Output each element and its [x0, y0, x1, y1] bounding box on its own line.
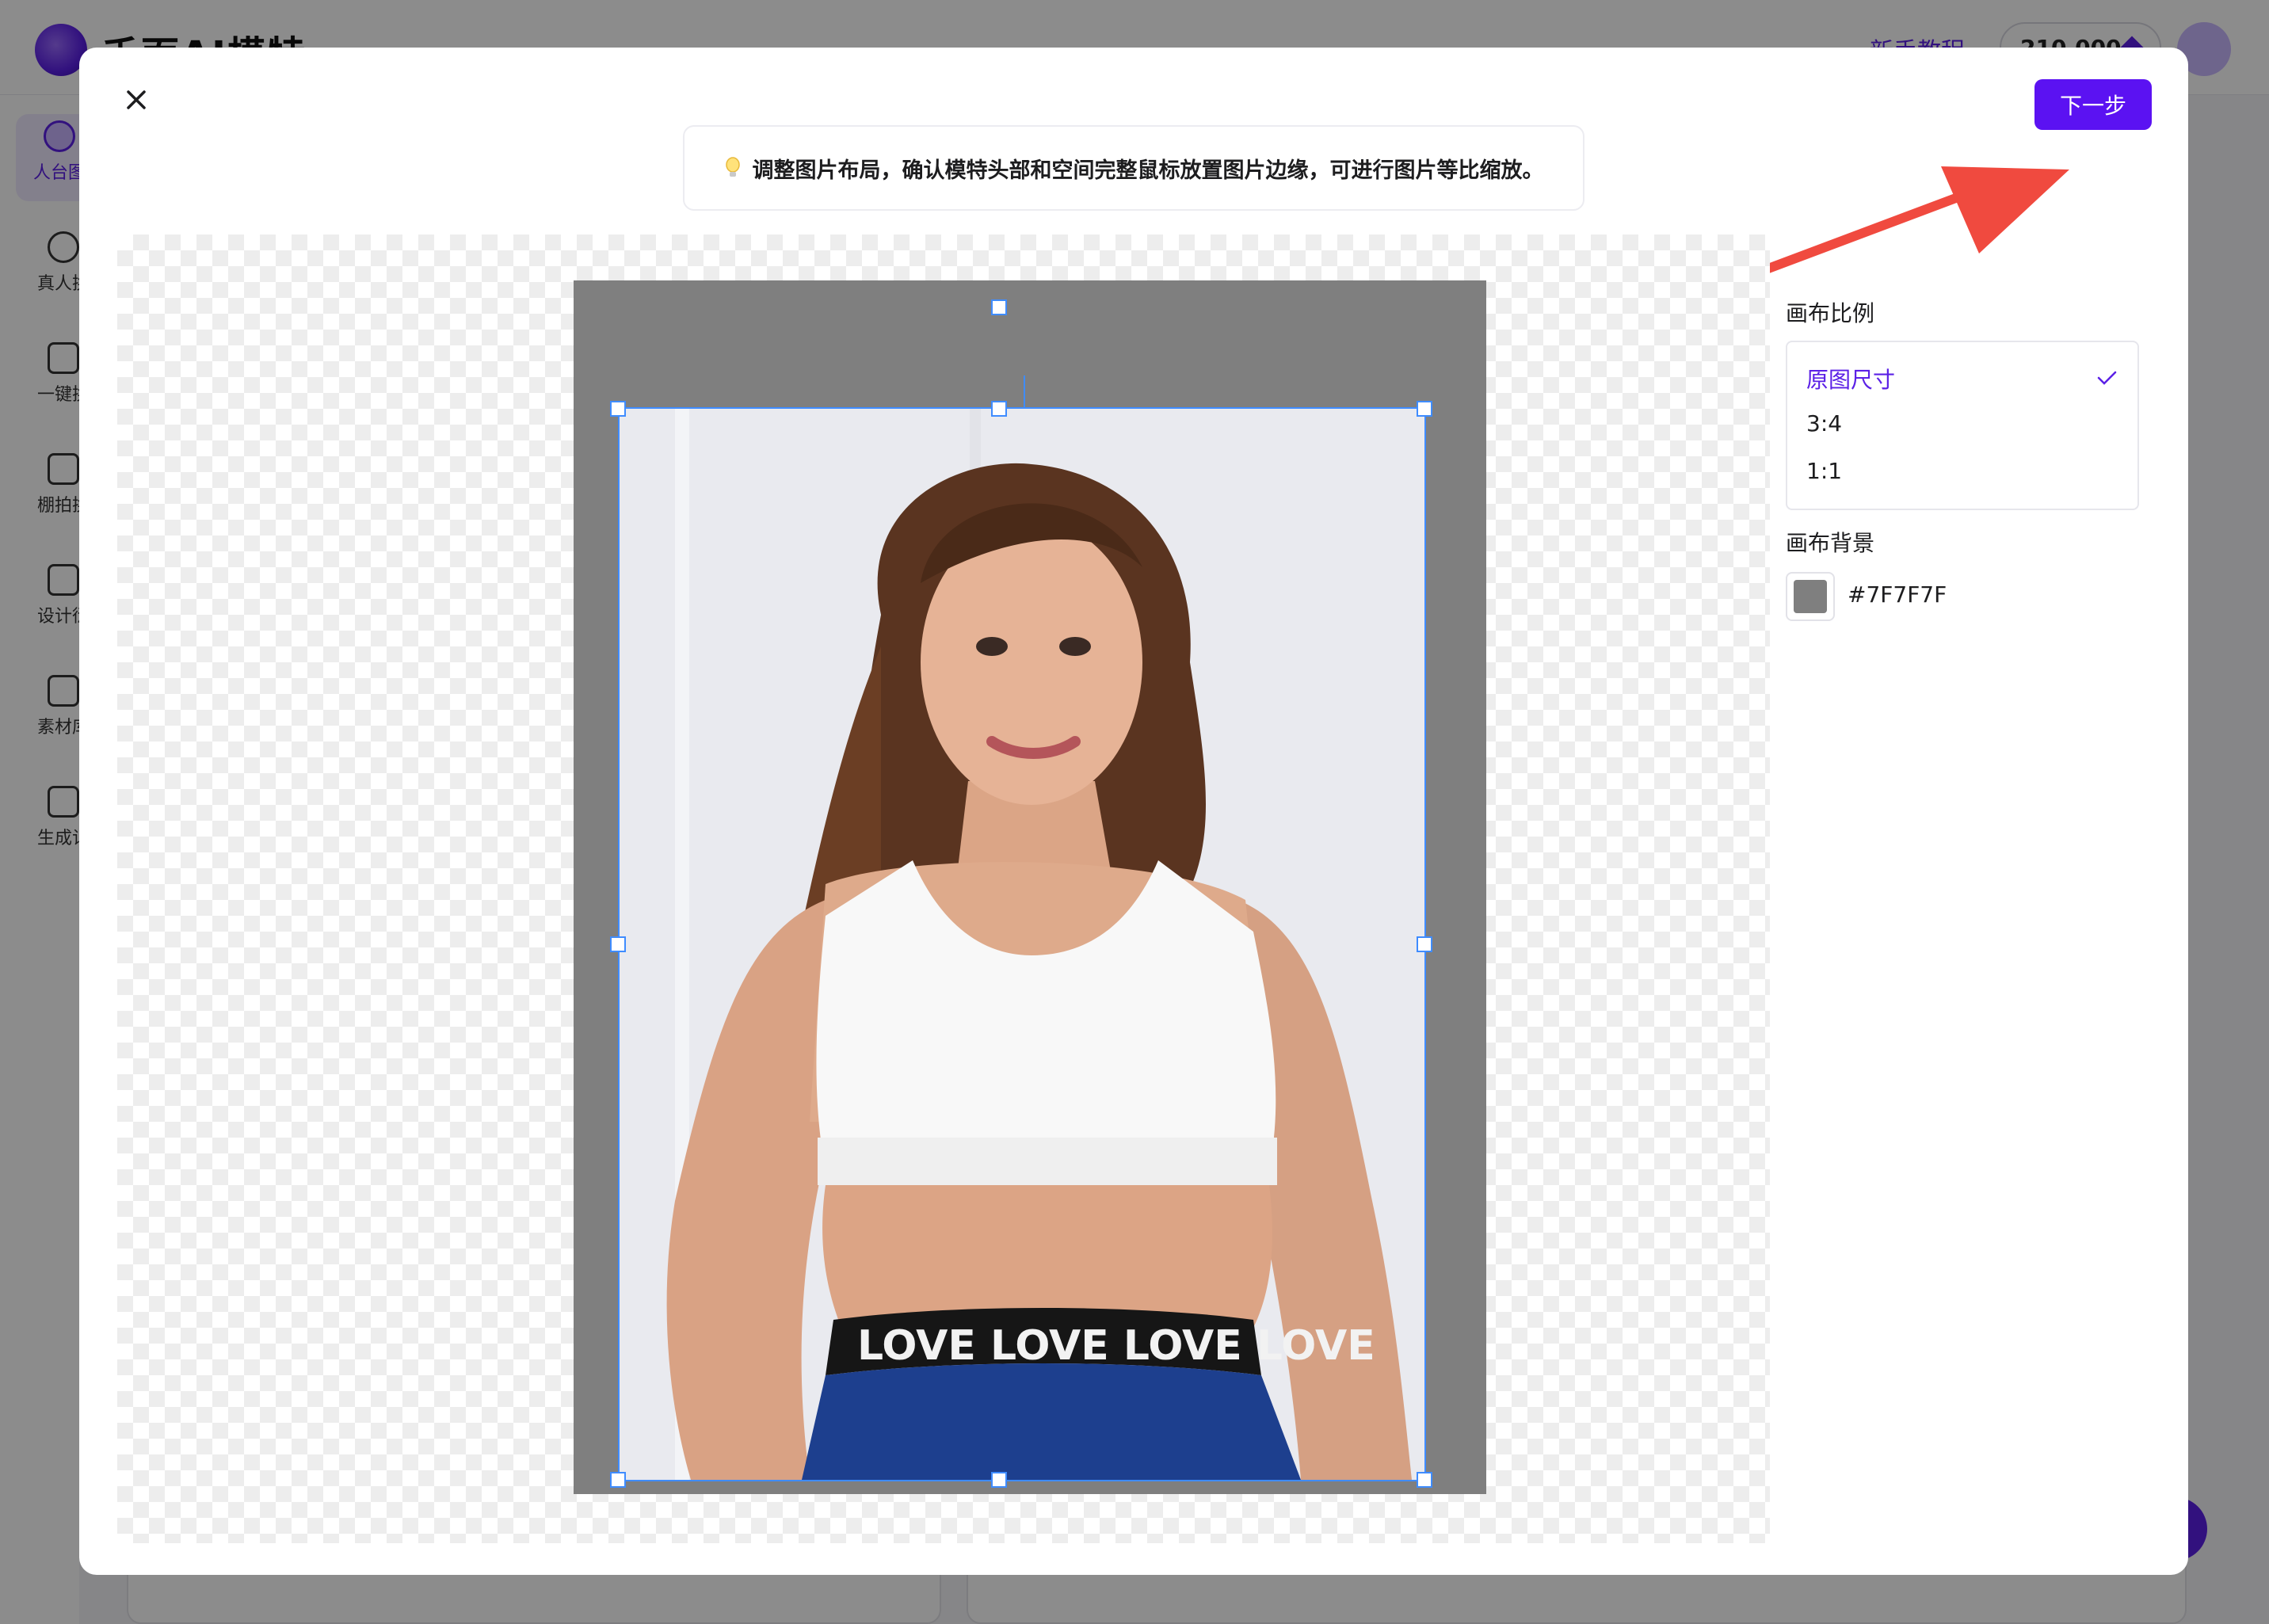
next-step-button[interactable]: 下一步 — [2034, 79, 2152, 130]
resize-handle-rotate[interactable] — [991, 299, 1007, 315]
resize-handle-bottom-left[interactable] — [610, 1472, 626, 1488]
resize-handle-top[interactable] — [991, 401, 1007, 417]
resize-handle-right[interactable] — [1417, 936, 1432, 952]
resize-handle-bottom[interactable] — [991, 1472, 1007, 1488]
ratio-option-3-4[interactable]: 3:4 — [1806, 410, 1842, 436]
check-icon — [2097, 371, 2117, 385]
canvas-editor[interactable]: LOVE LOVE LOVE LOVE — [117, 234, 1770, 1543]
canvas-background: LOVE LOVE LOVE LOVE — [574, 280, 1486, 1494]
canvas-ratio-title: 画布比例 — [1786, 300, 1875, 326]
tip-text: 调整图片布局，确认模特头部和空间完整鼠标放置图片边缘，可进行图片等比缩放。 — [752, 158, 1544, 183]
settings-panel: 画布比例 原图尺寸 3:4 1:1 画布背景 #7F7F7F — [1786, 234, 2150, 868]
svg-text:LOVE LOVE LOVE LOVE: LOVE LOVE LOVE LOVE — [857, 1322, 1375, 1370]
lightbulb-icon — [725, 157, 740, 177]
background-color-value: #7F7F7F — [1848, 581, 1947, 608]
canvas-ratio-list: 原图尺寸 3:4 1:1 — [1786, 341, 2139, 510]
crop-modal: 调整图片布局，确认模特头部和空间完整鼠标放置图片边缘，可进行图片等比缩放。 下一… — [79, 48, 2188, 1575]
ratio-option-original[interactable]: 原图尺寸 — [1806, 363, 1895, 395]
close-icon — [127, 90, 146, 109]
ratio-option-1-1[interactable]: 1:1 — [1806, 458, 1842, 484]
resize-handle-left[interactable] — [610, 936, 626, 952]
resize-handle-top-left[interactable] — [610, 401, 626, 417]
resize-handle-bottom-right[interactable] — [1417, 1472, 1432, 1488]
swatch-fill — [1794, 580, 1827, 613]
close-button[interactable] — [111, 74, 162, 125]
canvas-background-title: 画布背景 — [1786, 530, 1875, 556]
rotate-handle-line — [1024, 376, 1025, 409]
tip-bar: 调整图片布局，确认模特头部和空间完整鼠标放置图片边缘，可进行图片等比缩放。 — [683, 125, 1584, 211]
model-photo[interactable]: LOVE LOVE LOVE LOVE — [618, 407, 1426, 1481]
model-image: LOVE LOVE LOVE LOVE — [620, 409, 1424, 1480]
background-color-swatch[interactable] — [1786, 572, 1835, 621]
resize-handle-top-right[interactable] — [1417, 401, 1432, 417]
